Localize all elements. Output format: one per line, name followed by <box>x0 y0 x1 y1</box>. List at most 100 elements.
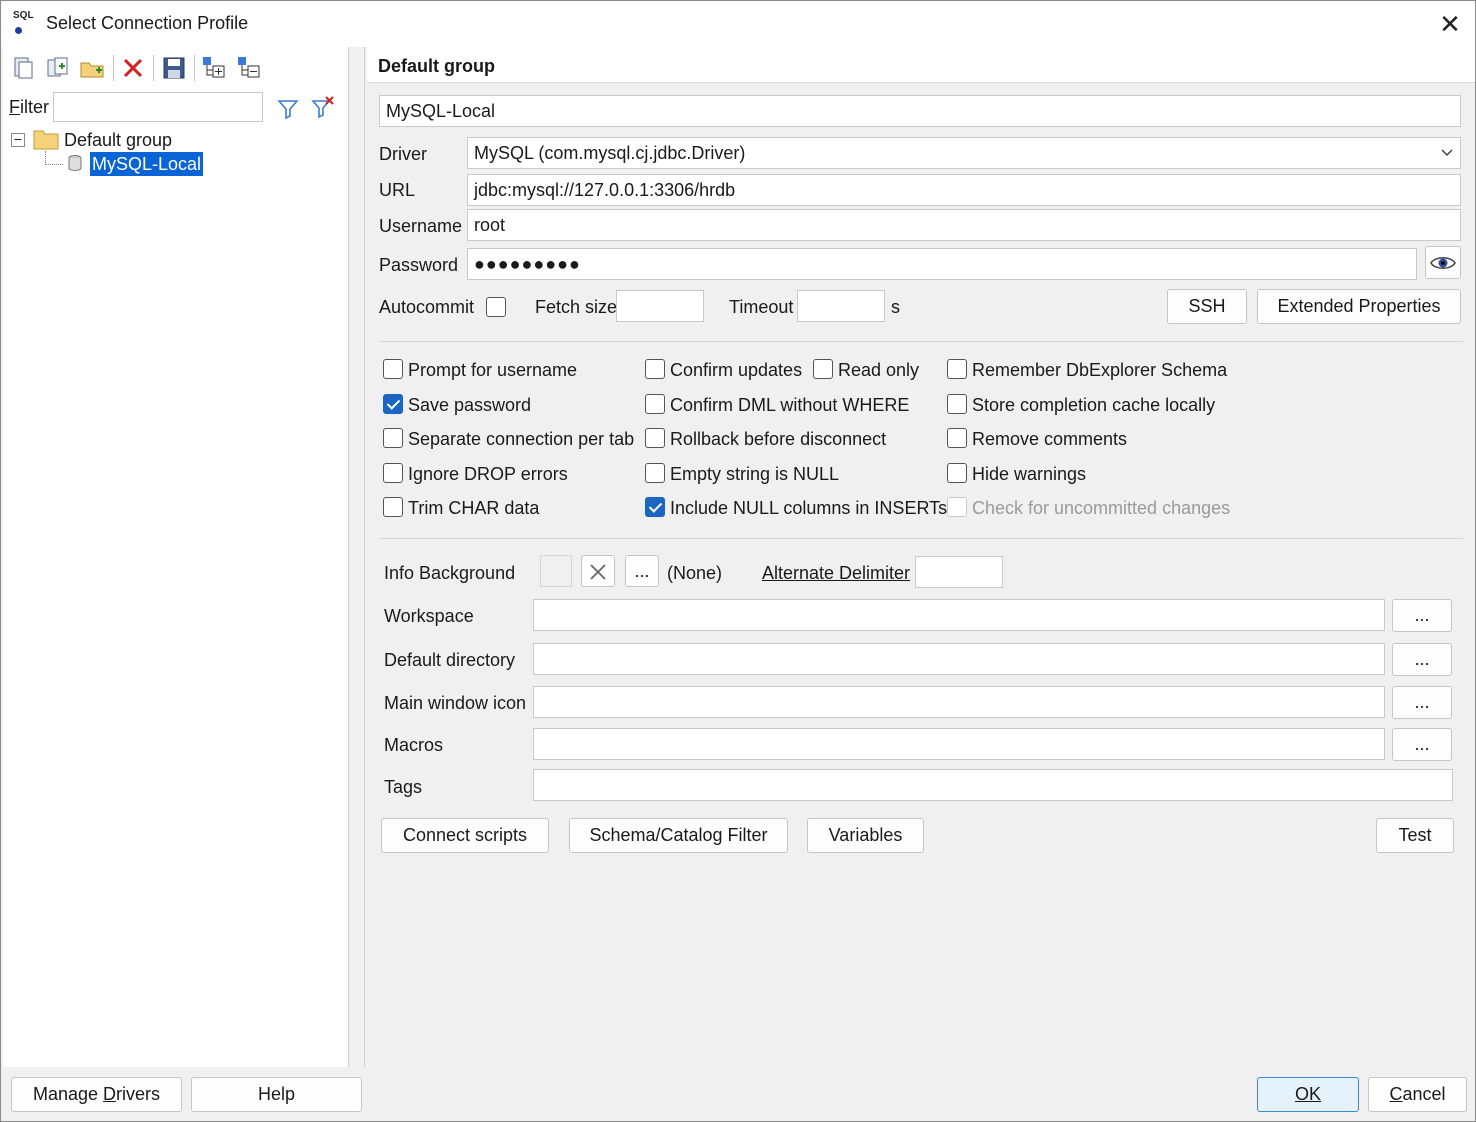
dialog-window: SQL Select Connection Profile ✕ Filter −… <box>0 0 1476 1122</box>
tree-group-default[interactable]: Default group <box>64 130 172 151</box>
alternate-delimiter-label: Alternate Delimiter <box>762 563 911 583</box>
profile-tree-panel <box>3 47 349 1067</box>
main-window-icon-browse-button[interactable]: ... <box>1392 686 1452 719</box>
confirm-updates-checkbox[interactable] <box>645 359 665 379</box>
timeout-input[interactable] <box>797 290 885 322</box>
tags-label: Tags <box>384 777 423 797</box>
variables-button[interactable]: Variables <box>807 818 924 853</box>
main-window-icon-input[interactable] <box>533 686 1385 718</box>
info-background-label: Info Background <box>384 563 516 583</box>
delete-icon[interactable] <box>120 55 146 81</box>
window-title: Select Connection Profile <box>46 13 249 33</box>
url-input[interactable]: jdbc:mysql://127.0.0.1:3306/hrdb <box>467 174 1461 206</box>
trim-char-checkbox[interactable] <box>383 497 403 517</box>
filter-label: Filter <box>9 97 50 117</box>
fetch-size-label: Fetch size <box>535 297 618 317</box>
manage-drivers-mnemonic: D <box>103 1084 117 1104</box>
save-password-checkbox[interactable] <box>383 394 403 414</box>
info-background-swatch <box>540 555 572 587</box>
macros-browse-button[interactable]: ... <box>1392 728 1452 761</box>
tree-collapse-toggle[interactable]: − <box>11 132 25 147</box>
save-icon[interactable] <box>161 55 187 81</box>
copy-profile-icon[interactable] <box>45 55 71 81</box>
save-password-label: Save password <box>408 395 532 415</box>
store-completion-cache-label: Store completion cache locally <box>972 395 1216 415</box>
collapse-all-icon[interactable] <box>236 55 262 81</box>
separate-connection-checkbox[interactable] <box>383 428 403 448</box>
autocommit-checkbox[interactable] <box>486 297 506 317</box>
macros-input[interactable] <box>533 728 1385 760</box>
include-null-columns-label: Include NULL columns in INSERTs <box>670 498 948 518</box>
title-bar: SQL Select Connection Profile ✕ <box>1 1 1475 47</box>
close-icon <box>590 564 606 580</box>
extended-properties-button[interactable]: Extended Properties <box>1257 289 1461 324</box>
schema-catalog-filter-button[interactable]: Schema/Catalog Filter <box>569 818 788 853</box>
remove-comments-checkbox[interactable] <box>947 428 967 448</box>
password-label: Password <box>379 255 459 275</box>
macros-label: Macros <box>384 735 444 755</box>
ok-button[interactable]: OK <box>1257 1077 1359 1112</box>
workspace-browse-button[interactable]: ... <box>1392 599 1452 632</box>
tags-input[interactable] <box>533 769 1453 801</box>
help-button[interactable]: Help <box>191 1077 362 1112</box>
check-uncommitted-label: Check for uncommitted changes <box>972 498 1231 518</box>
expand-all-icon[interactable] <box>201 55 227 81</box>
connect-scripts-button[interactable]: Connect scripts <box>381 818 549 853</box>
include-null-columns-checkbox[interactable] <box>645 497 665 517</box>
default-directory-browse-button[interactable]: ... <box>1392 643 1452 676</box>
database-icon <box>68 155 82 172</box>
filter-icon[interactable] <box>276 97 300 121</box>
main-window-icon-label: Main window icon <box>384 693 527 713</box>
cancel-button[interactable]: Cancel <box>1368 1077 1467 1112</box>
info-background-value: (None) <box>667 563 723 583</box>
cancel-label: ancel <box>1402 1084 1446 1104</box>
alternate-delimiter-input[interactable] <box>915 556 1003 588</box>
confirm-updates-label: Confirm updates <box>670 360 803 380</box>
fetch-size-input[interactable] <box>616 290 704 322</box>
clear-color-button[interactable] <box>581 555 615 587</box>
tree-profile-mysql-local[interactable]: MySQL-Local <box>90 152 204 176</box>
confirm-dml-label: Confirm DML without WHERE <box>670 395 910 415</box>
password-input[interactable]: ●●●●●●●●● <box>467 248 1417 280</box>
workspace-input[interactable] <box>533 599 1385 631</box>
workspace-label: Workspace <box>384 606 474 626</box>
folder-icon <box>33 130 59 150</box>
chevron-down-icon <box>1441 149 1453 157</box>
empty-string-null-checkbox[interactable] <box>645 463 665 483</box>
hide-warnings-label: Hide warnings <box>972 464 1087 484</box>
default-directory-label: Default directory <box>384 650 516 670</box>
check-uncommitted-checkbox <box>947 497 967 517</box>
clear-filter-icon[interactable] <box>310 95 336 121</box>
prompt-username-checkbox[interactable] <box>383 359 403 379</box>
manage-drivers-label-a: Manage <box>32 1084 104 1104</box>
test-button[interactable]: Test <box>1376 818 1454 853</box>
new-group-icon[interactable] <box>79 55 105 81</box>
timeout-unit: s <box>891 297 900 317</box>
ignore-drop-errors-checkbox[interactable] <box>383 463 403 483</box>
rollback-disconnect-label: Rollback before disconnect <box>670 429 887 449</box>
username-input[interactable]: root <box>467 209 1461 241</box>
store-completion-cache-checkbox[interactable] <box>947 394 967 414</box>
cancel-mnemonic: C <box>1389 1084 1403 1104</box>
default-directory-input[interactable] <box>533 643 1385 675</box>
empty-string-null-label: Empty string is NULL <box>670 464 840 484</box>
confirm-dml-checkbox[interactable] <box>645 394 665 414</box>
choose-color-button[interactable]: ... <box>625 555 659 587</box>
close-icon[interactable]: ✕ <box>1433 7 1467 41</box>
rollback-disconnect-checkbox[interactable] <box>645 428 665 448</box>
new-profile-icon[interactable] <box>11 55 37 81</box>
ssh-button[interactable]: SSH <box>1167 289 1247 324</box>
profile-name-input[interactable]: MySQL-Local <box>379 95 1461 127</box>
remember-schema-checkbox[interactable] <box>947 359 967 379</box>
read-only-checkbox[interactable] <box>813 359 833 379</box>
eye-icon <box>1430 257 1456 270</box>
manage-drivers-button[interactable]: Manage Drivers <box>11 1077 182 1112</box>
hide-warnings-checkbox[interactable] <box>947 463 967 483</box>
show-password-button[interactable] <box>1425 246 1461 279</box>
sql-app-icon: SQL <box>13 11 39 37</box>
driver-select[interactable]: MySQL (com.mysql.cj.jdbc.Driver) <box>467 137 1461 169</box>
read-only-label: Read only <box>838 360 920 380</box>
panel-splitter[interactable] <box>350 47 365 1067</box>
ok-label: OK <box>1294 1084 1321 1104</box>
filter-input[interactable] <box>53 92 263 122</box>
